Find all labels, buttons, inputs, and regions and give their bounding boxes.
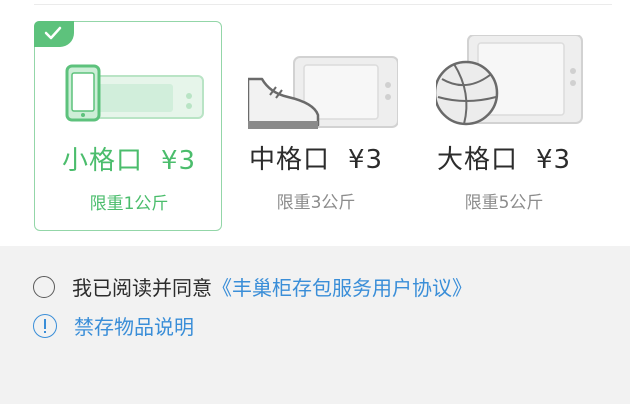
prohibited-items-row[interactable]: 禁存物品说明 [33, 311, 194, 340]
size-card-title: 大格口 ¥3 [410, 139, 598, 176]
size-card-large[interactable]: 大格口 ¥3 限重5公斤 [410, 21, 598, 231]
divider [34, 4, 612, 5]
prohibited-items-link[interactable]: 禁存物品说明 [74, 311, 194, 340]
size-card-medium[interactable]: 中格口 ¥3 限重3公斤 [222, 21, 410, 231]
agreement-checkbox[interactable] [33, 275, 55, 298]
price-label: ¥3 [347, 145, 384, 175]
size-label: 中格口 [248, 145, 330, 175]
size-card-title: 中格口 ¥3 [222, 139, 410, 176]
agreement-row[interactable]: 我已阅读并同意 《丰巢柜存包服务用户协议》 [33, 272, 472, 301]
shoe-in-locker-icon [248, 56, 398, 129]
size-label: 大格口 [436, 145, 518, 175]
agreement-link[interactable]: 《丰巢柜存包服务用户协议》 [212, 272, 472, 301]
weight-limit-label: 限重3公斤 [276, 193, 356, 213]
price-label: ¥3 [535, 145, 572, 175]
weight-limit-label: 限重1公斤 [89, 194, 169, 214]
agreement-text: 我已阅读并同意 [72, 276, 212, 300]
info-icon [33, 313, 57, 338]
price-label: ¥3 [160, 146, 197, 176]
size-label: 小格口 [61, 146, 143, 176]
basketball-in-locker-icon [436, 35, 583, 126]
size-card-small[interactable]: 小格口 ¥3 限重1公斤 [34, 21, 222, 231]
phone-in-locker-icon [65, 64, 204, 122]
size-selection-panel: 小格口 ¥3 限重1公斤 中格口 ¥3 限重3公斤 大格口 ¥3 限重5公斤 [0, 0, 630, 246]
size-card-title: 小格口 ¥3 [35, 140, 223, 177]
weight-limit-label: 限重5公斤 [464, 193, 544, 213]
checkmark-icon [44, 26, 62, 40]
